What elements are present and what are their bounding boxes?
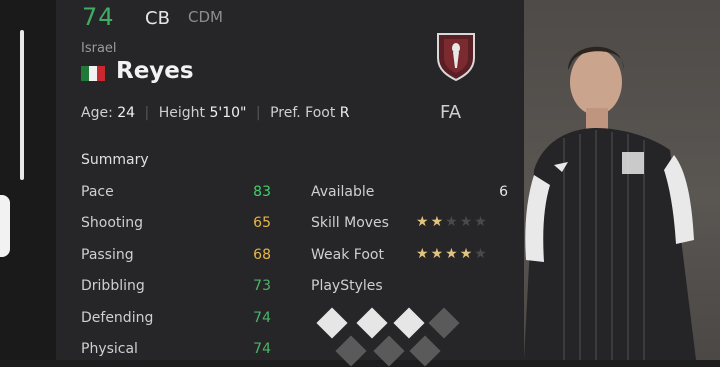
primary-position: CB: [145, 8, 170, 29]
age-label: Age:: [81, 105, 113, 121]
nation-label: Israel: [81, 41, 117, 56]
stat-label-passing: Passing: [81, 247, 134, 263]
stat-value-dribbling: 73: [253, 278, 271, 294]
star-empty-icon: ★: [445, 214, 458, 230]
star-empty-icon: ★: [474, 246, 487, 262]
stat-label-dribbling: Dribbling: [81, 278, 145, 294]
star-filled-icon: ★: [445, 246, 458, 262]
stat-label-physical: Physical: [81, 341, 138, 357]
available-label: Available: [311, 184, 375, 200]
foot-label: Pref. Foot: [270, 105, 336, 121]
height-value: 5'10": [209, 105, 247, 121]
stat-value-pace: 83: [253, 184, 271, 200]
player-photo: [524, 0, 720, 360]
scroll-indicator[interactable]: [20, 30, 24, 180]
stat-value-defending: 74: [253, 310, 271, 326]
star-filled-icon: ★: [430, 246, 444, 262]
star-filled-icon: ★: [416, 214, 429, 230]
star-empty-icon: ★: [459, 214, 473, 230]
playstyles-label: PlayStyles: [311, 278, 383, 294]
star-empty-icon: ★: [474, 214, 487, 230]
overall-rating: 74: [82, 3, 115, 31]
club-abbreviation: FA: [440, 102, 462, 123]
stat-label-pace: Pace: [81, 184, 114, 200]
stat-value-shooting: 65: [253, 215, 271, 231]
skill-moves-stars: ★ ★ ★ ★ ★: [416, 214, 487, 230]
star-filled-icon: ★: [459, 246, 473, 262]
stat-value-passing: 68: [253, 247, 271, 263]
summary-heading: Summary: [81, 152, 149, 168]
weak-foot-stars: ★ ★ ★ ★ ★: [416, 246, 487, 262]
stat-label-defending: Defending: [81, 310, 154, 326]
left-rail: [0, 0, 56, 360]
alt-position: CDM: [188, 8, 223, 26]
star-filled-icon: ★: [430, 214, 444, 230]
skill-moves-label: Skill Moves: [311, 215, 389, 231]
age-value: 24: [117, 105, 136, 121]
side-tab-handle[interactable]: [0, 195, 10, 257]
height-label: Height: [158, 105, 205, 121]
weak-foot-label: Weak Foot: [311, 247, 384, 263]
star-filled-icon: ★: [416, 246, 429, 262]
club-crest-icon: [437, 33, 475, 82]
stat-label-shooting: Shooting: [81, 215, 144, 231]
player-name: Reyes: [116, 58, 194, 84]
mexico-flag-icon: [81, 66, 105, 81]
available-value: 6: [499, 184, 508, 200]
foot-value: R: [339, 105, 350, 121]
bio-row: Age: 24 | Height 5'10" | Pref. Foot R: [81, 105, 350, 121]
stat-value-physical: 74: [253, 341, 271, 357]
